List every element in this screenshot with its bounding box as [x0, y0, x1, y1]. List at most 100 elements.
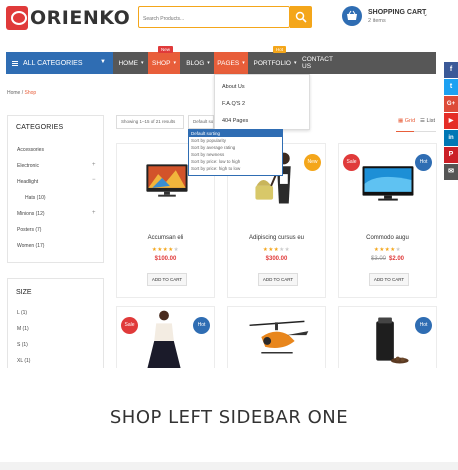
category-item[interactable]: Headlight [17, 179, 38, 185]
search-button[interactable] [290, 6, 312, 28]
rating-stars: ★★★★★ [373, 247, 402, 253]
size-item[interactable]: XL (1) [17, 358, 30, 364]
basket-icon [347, 10, 357, 20]
cart-count: 2 items [368, 18, 386, 24]
logo-text: ORIENKO [30, 7, 131, 29]
hot-tag: Hot [415, 154, 432, 171]
nav-contact-label: CONTACT US [302, 56, 333, 70]
nav-home[interactable]: HOME ▾ [116, 52, 146, 74]
google-plus-link[interactable]: G+ [444, 96, 458, 112]
old-price: $3.00 [370, 256, 386, 262]
chevron-down-icon: ▼ [100, 59, 106, 65]
caret-icon: ▾ [207, 60, 210, 66]
sort-option[interactable]: Sort by average rating [189, 144, 282, 151]
sort-option[interactable]: Sort by price: low to high [189, 158, 282, 165]
breadcrumb: Home / Shop [7, 90, 36, 96]
product-price: $3.00 $2.00 [339, 256, 436, 262]
collapse-icon[interactable]: − [92, 177, 96, 183]
linkedin-icon: in [448, 135, 454, 141]
youtube-link[interactable]: ▶ [444, 113, 458, 129]
pages-menu-item[interactable]: F.A.Q'S 2 [222, 101, 245, 107]
sort-option[interactable]: Sort by price: high to low [189, 165, 282, 172]
pages-menu-item[interactable]: About Us [222, 84, 245, 90]
nav-portfolio-label: PORTFOLIO [253, 59, 291, 67]
add-to-cart-button[interactable]: ADD TO CART [369, 273, 409, 286]
sale-tag: Sale [343, 154, 360, 171]
categories-widget [7, 115, 104, 263]
nav-contact[interactable]: CONTACT US [302, 52, 342, 74]
email-link[interactable]: ✉ [444, 164, 458, 180]
product-card[interactable]: Hot [338, 306, 437, 376]
category-item[interactable]: Minions (12) [17, 211, 45, 217]
caret-icon: ▾ [242, 60, 245, 66]
all-categories-button[interactable]: ALL CATEGORIES ▼ [6, 52, 113, 74]
facebook-link[interactable]: f [444, 62, 458, 78]
nav-portfolio[interactable]: PORTFOLIO ▾ [253, 52, 297, 74]
search-input[interactable] [139, 9, 289, 29]
size-item[interactable]: L (1) [17, 310, 27, 316]
grid-icon: ▦ [398, 118, 405, 124]
add-to-cart-button[interactable]: ADD TO CART [258, 273, 298, 286]
nav-blog[interactable]: BLOG ▾ [184, 52, 212, 74]
sort-select[interactable]: Default sorting [188, 115, 214, 129]
twitter-icon: t [449, 83, 453, 90]
hot-tag: Hot [415, 317, 432, 334]
view-underline [396, 131, 436, 132]
mail-icon: ✉ [448, 168, 454, 175]
category-item[interactable]: Electronic [17, 163, 39, 169]
expand-icon[interactable]: + [92, 162, 96, 168]
size-item[interactable]: S (1) [17, 342, 28, 348]
cart-button[interactable] [342, 6, 362, 26]
nav-pages-label: PAGES [217, 59, 240, 67]
product-name[interactable]: Accumsan eli [117, 235, 214, 241]
twitter-link[interactable]: t [444, 79, 458, 95]
category-subitem[interactable]: Hats (10) [25, 195, 46, 201]
nav-shop[interactable]: SHOP ▾ [148, 52, 180, 74]
rating-stars: ★★★★★ [262, 247, 291, 253]
product-price: $100.00 [154, 256, 177, 262]
list-view-toggle[interactable]: ☰ List [420, 118, 435, 124]
category-item[interactable]: Accessories [17, 147, 44, 153]
categories-title: CATEGORIES [16, 124, 64, 131]
breadcrumb-home[interactable]: Home [7, 90, 20, 96]
pinterest-link[interactable]: P [444, 147, 458, 163]
category-item[interactable]: Women (17) [17, 243, 44, 249]
nav-pages[interactable]: PAGES ▾ [214, 52, 248, 74]
grid-view-toggle[interactable]: ▦ Grid [398, 118, 415, 124]
breadcrumb-current: Shop [24, 90, 37, 96]
grid-label: Grid [404, 118, 416, 124]
product-card[interactable] [227, 306, 326, 376]
expand-icon[interactable]: + [92, 210, 96, 216]
sort-option[interactable]: Sort by newness [189, 151, 282, 158]
caret-icon: ▾ [140, 60, 144, 66]
logo[interactable]: ORIENKO [6, 6, 130, 30]
list-label: List [426, 118, 436, 124]
pinterest-icon: P [448, 151, 454, 158]
result-count: Showing 1–15 of 21 results [116, 115, 184, 129]
bottom-strip [0, 462, 458, 470]
nav-blog-label: BLOG [186, 59, 205, 67]
product-name[interactable]: Commodo augu [339, 235, 436, 241]
sort-option[interactable]: Default sorting [189, 130, 282, 137]
product-name[interactable]: Adipiscing cursus eu [228, 235, 325, 241]
nav-shop-label: SHOP [152, 59, 171, 67]
product-price: $300.00 [265, 256, 288, 262]
sale-price: $2.00 [389, 256, 405, 262]
cart-title[interactable]: SHOPPING CART [368, 9, 426, 16]
all-categories-label: ALL CATEGORIES [23, 59, 83, 67]
product-card[interactable]: Sale Hot Commodo augu ★★★★★ $3.00 $2.00 A… [338, 143, 437, 298]
facebook-icon: f [449, 66, 453, 73]
logo-icon [6, 6, 28, 30]
menu-icon [12, 60, 18, 66]
size-item[interactable]: M (1) [17, 326, 29, 332]
chevron-down-icon[interactable]: ⌄ [423, 11, 428, 18]
linkedin-link[interactable]: in [444, 130, 458, 146]
helicopter-product-image[interactable] [228, 307, 325, 373]
product-card[interactable]: Sale Hot [116, 306, 215, 376]
add-to-cart-button[interactable]: ADD TO CART [147, 273, 187, 286]
sort-option[interactable]: Sort by popularity [189, 137, 282, 144]
category-item[interactable]: Posters (7) [17, 227, 41, 233]
pages-menu-item[interactable]: 404 Pages [222, 118, 248, 124]
sort-dropdown: Default sorting Sort by popularity Sort … [188, 129, 283, 176]
hot-badge: Hot [273, 46, 287, 53]
